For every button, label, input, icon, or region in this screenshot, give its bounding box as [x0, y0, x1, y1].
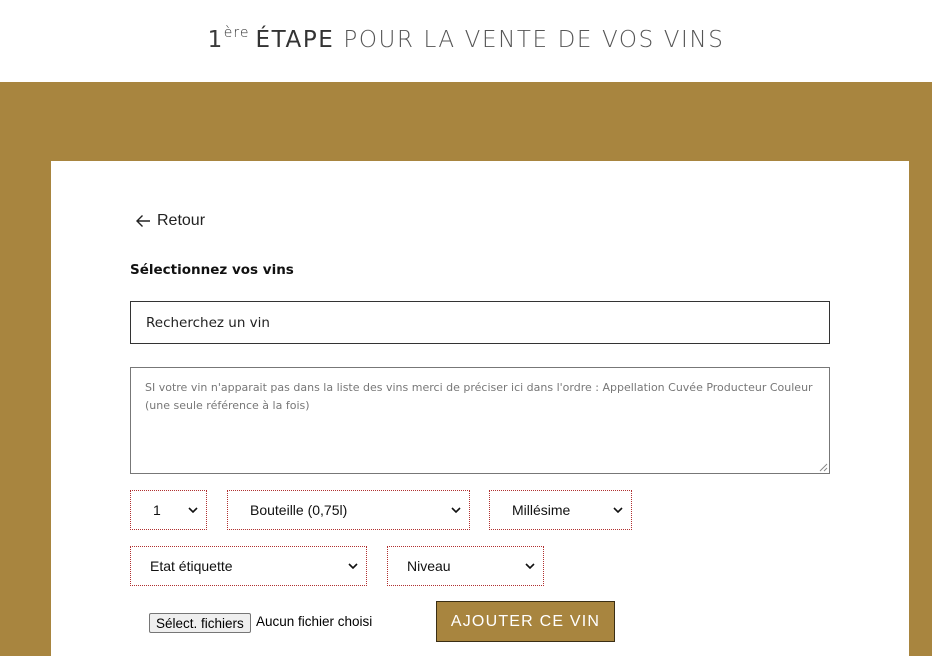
page-title: 1ère ÉTAPE POUR LA VENTE DE VOS VINS	[0, 25, 932, 53]
back-label: Retour	[157, 212, 206, 229]
back-link[interactable]: Retour	[135, 210, 205, 232]
section-title: Sélectionnez vos vins	[130, 262, 294, 278]
chevron-down-icon	[348, 563, 358, 569]
level-value: Niveau	[407, 558, 451, 574]
quantity-value: 1	[153, 502, 161, 518]
chevron-down-icon	[613, 507, 623, 513]
top-header: 1ère ÉTAPE POUR LA VENTE DE VOS VINS	[0, 0, 932, 82]
add-wine-button[interactable]: AJOUTER CE VIN	[436, 601, 615, 642]
file-select-button[interactable]: Sélect. fichiers	[149, 613, 251, 633]
title-rest: POUR LA VENTE DE VOS VINS	[343, 27, 725, 53]
step-suffix: ère	[223, 25, 250, 41]
chevron-down-icon	[451, 507, 461, 513]
chevron-down-icon	[525, 563, 535, 569]
vintage-value: Millésime	[512, 502, 571, 518]
level-select[interactable]: Niveau	[387, 546, 544, 586]
wine-notes-textarea[interactable]	[130, 367, 830, 474]
vintage-select[interactable]: Millésime	[489, 490, 632, 530]
step-number: 1	[207, 27, 224, 53]
quantity-select[interactable]: 1	[130, 490, 207, 530]
file-status: Aucun fichier choisi	[256, 614, 373, 629]
arrow-left-icon	[136, 215, 150, 227]
wine-search-input[interactable]	[130, 301, 830, 344]
label-condition-value: Etat étiquette	[150, 558, 233, 574]
step-word: ÉTAPE	[255, 27, 335, 53]
resize-grip-icon[interactable]	[818, 462, 828, 472]
container-value: Bouteille (0,75l)	[250, 502, 348, 518]
chevron-down-icon	[188, 507, 198, 513]
label-condition-select[interactable]: Etat étiquette	[130, 546, 367, 586]
container-select[interactable]: Bouteille (0,75l)	[227, 490, 470, 530]
